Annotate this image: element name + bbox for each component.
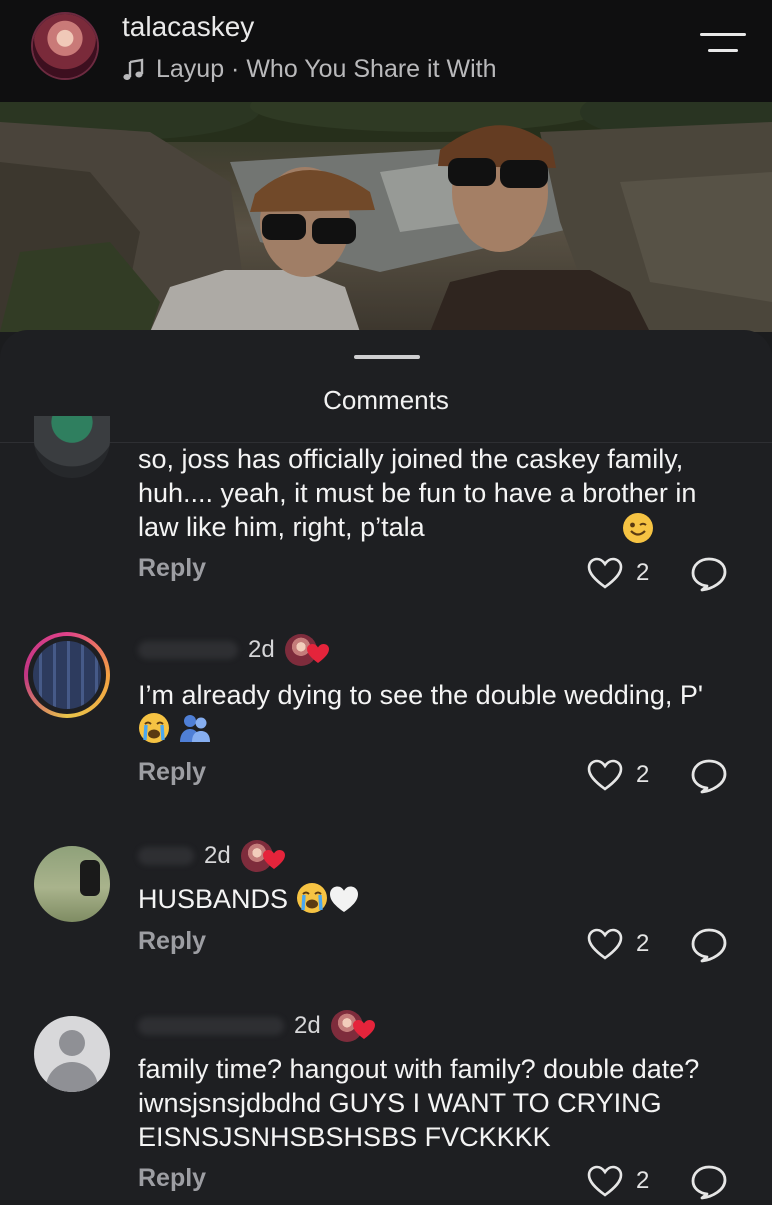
heart-outline-icon xyxy=(587,557,623,589)
like-button[interactable]: 2 xyxy=(586,927,649,961)
comments-sheet: Comments so, joss has officially joined … xyxy=(0,330,772,1200)
creator-liked-badge xyxy=(240,840,289,872)
comment-meta: 2d xyxy=(138,634,333,666)
heart-outline-icon xyxy=(587,759,623,791)
like-count: 2 xyxy=(636,761,650,788)
heart-filled-icon xyxy=(306,644,329,663)
sheet-title: Comments xyxy=(323,385,449,415)
music-attribution[interactable]: Layup · Who You Share it With xyxy=(122,55,496,84)
song-title: Layup · Who You Share it With xyxy=(156,55,497,83)
commenter-avatar[interactable] xyxy=(34,846,110,922)
share-icon[interactable] xyxy=(690,556,728,597)
author-avatar[interactable] xyxy=(33,14,97,78)
like-count: 2 xyxy=(636,1167,650,1194)
commenter-avatar[interactable] xyxy=(34,1016,110,1092)
comment-meta: 2d xyxy=(138,1010,379,1042)
creator-liked-badge xyxy=(330,1010,379,1042)
heart-filled-icon xyxy=(262,850,285,869)
comment-body: HUSBANDS xyxy=(138,884,289,914)
comment-text: HUSBANDS xyxy=(138,882,728,922)
loudly-crying-face-icon xyxy=(296,882,328,922)
comment-text: family time? hangout with family? double… xyxy=(138,1054,700,1152)
music-note-icon xyxy=(122,58,146,82)
author-username[interactable]: talacaskey xyxy=(122,11,254,43)
like-button[interactable]: 2 xyxy=(586,1164,649,1198)
share-icon[interactable] xyxy=(690,927,728,968)
comment-time: 2d xyxy=(204,842,231,869)
commenter-avatar[interactable] xyxy=(24,632,110,718)
post-photo xyxy=(0,102,772,332)
like-count: 2 xyxy=(636,930,650,957)
comment-meta: 2d xyxy=(138,840,289,872)
like-count: 2 xyxy=(636,559,650,586)
blurred-username xyxy=(138,847,194,865)
reply-button[interactable]: Reply xyxy=(138,927,206,956)
heart-outline-icon xyxy=(587,1165,623,1197)
comment-time: 2d xyxy=(248,636,275,663)
share-icon[interactable] xyxy=(690,758,728,799)
heart-filled-icon xyxy=(352,1020,375,1039)
creator-liked-badge xyxy=(284,634,333,666)
reply-button[interactable]: Reply xyxy=(138,554,206,583)
winking-face-icon xyxy=(622,512,654,549)
commenter-avatar[interactable] xyxy=(34,416,110,478)
comment-text: I’m already dying to see the double wedd… xyxy=(138,678,728,752)
post-header: talacaskey Layup · Who You Share it With xyxy=(0,0,772,102)
blurred-username xyxy=(138,641,238,659)
reply-button[interactable]: Reply xyxy=(138,758,206,787)
couple-silhouette-icon xyxy=(178,712,212,752)
sheet-grabber[interactable] xyxy=(354,355,420,359)
white-heart-icon xyxy=(328,884,360,922)
comment-body: I’m already dying to see the double wedd… xyxy=(138,680,704,710)
blurred-username xyxy=(138,1017,284,1035)
like-button[interactable]: 2 xyxy=(586,556,649,590)
like-button[interactable]: 2 xyxy=(586,758,649,792)
heart-outline-icon xyxy=(587,928,623,960)
menu-icon[interactable] xyxy=(700,33,746,63)
share-icon[interactable] xyxy=(690,1164,728,1205)
reply-button[interactable]: Reply xyxy=(138,1164,206,1193)
loudly-crying-face-icon xyxy=(138,712,170,752)
comment-time: 2d xyxy=(294,1012,321,1039)
